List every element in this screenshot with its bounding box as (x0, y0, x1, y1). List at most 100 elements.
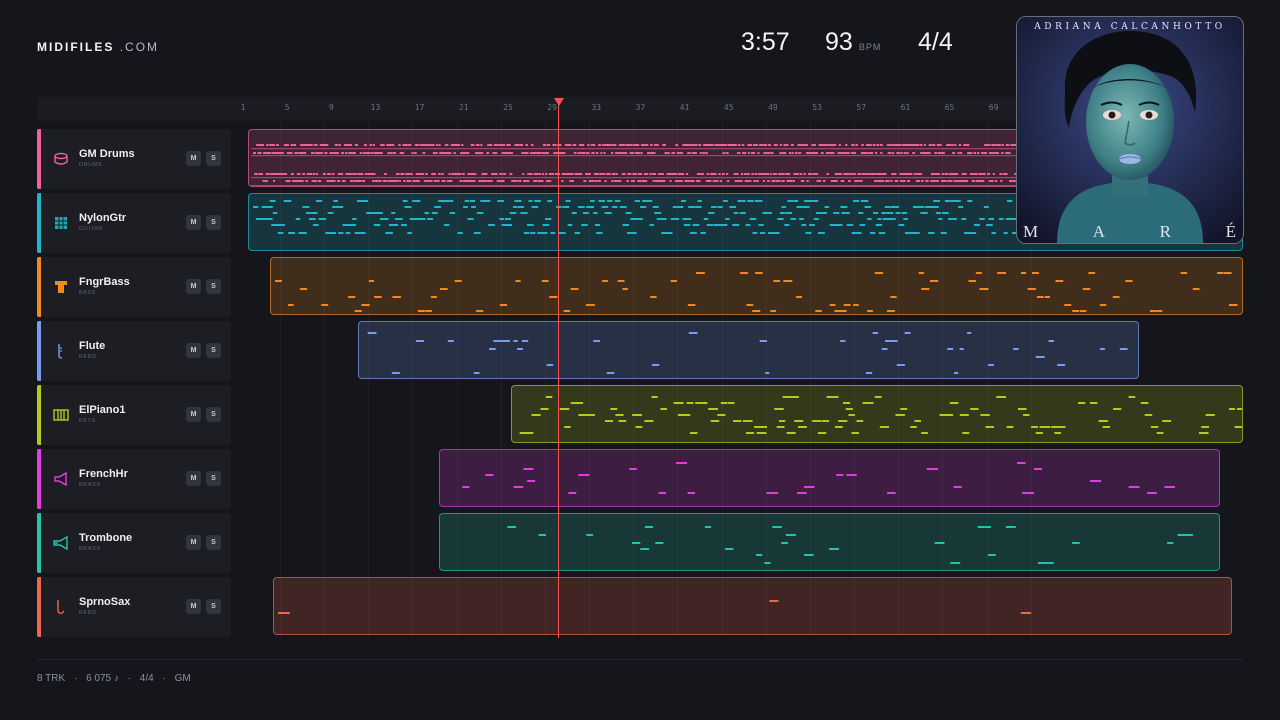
midi-note (933, 144, 936, 146)
midi-note (393, 152, 396, 154)
midi-note (494, 152, 498, 154)
midi-note (1064, 304, 1072, 306)
midi-note (305, 180, 309, 182)
track-header[interactable]: FngrBass BASS M S (37, 257, 231, 317)
midi-note (1147, 492, 1157, 494)
midi-note (655, 144, 659, 146)
midi-note (998, 144, 1001, 146)
solo-button[interactable]: S (206, 343, 221, 358)
midi-note (858, 212, 864, 214)
midi-note (786, 432, 796, 434)
midi-clip[interactable] (439, 513, 1220, 571)
midi-note (362, 180, 366, 182)
midi-note (279, 224, 285, 226)
midi-note (488, 180, 491, 182)
midi-note (415, 340, 425, 342)
midi-note (750, 144, 753, 146)
midi-note (767, 152, 771, 154)
midi-note (462, 486, 470, 488)
midi-note (268, 152, 272, 154)
midi-note (602, 173, 606, 175)
midi-note (602, 280, 609, 282)
midi-note (258, 173, 261, 175)
midi-note (877, 218, 882, 220)
track-header[interactable]: FrenchHr BRASS M S (37, 449, 231, 509)
solo-button[interactable]: S (206, 151, 221, 166)
midi-note (904, 332, 911, 334)
mute-button[interactable]: M (186, 535, 201, 550)
midi-note (755, 144, 758, 146)
midi-note (775, 144, 778, 146)
solo-button[interactable]: S (206, 599, 221, 614)
tempo-display: 93 BPM (825, 28, 881, 57)
midi-note (746, 173, 750, 175)
track-header[interactable]: GM Drums DRUMS M S (37, 129, 231, 189)
midi-note (732, 224, 740, 226)
mute-button[interactable]: M (186, 279, 201, 294)
midi-note (342, 180, 346, 182)
midi-note (453, 173, 456, 175)
mute-button[interactable]: M (186, 599, 201, 614)
midi-note (471, 144, 475, 146)
midi-note (277, 232, 284, 234)
track-header[interactable]: SprnoSax REED M S (37, 577, 231, 637)
midi-note (275, 280, 282, 282)
midi-clip[interactable] (270, 257, 1243, 315)
midi-note (973, 152, 976, 154)
midi-note (586, 534, 593, 536)
solo-button[interactable]: S (206, 535, 221, 550)
midi-note (764, 562, 771, 564)
track-header[interactable]: Flute REED M S (37, 321, 231, 381)
mute-button[interactable]: M (186, 215, 201, 230)
midi-note (962, 432, 970, 434)
midi-note (1229, 408, 1236, 410)
playhead[interactable] (558, 100, 559, 638)
solo-button[interactable]: S (206, 407, 221, 422)
midi-clip[interactable] (439, 449, 1220, 507)
solo-button[interactable]: S (206, 215, 221, 230)
track-header[interactable]: NylonGtr GUITAR M S (37, 193, 231, 253)
track-header[interactable]: Trombone BRASS M S (37, 513, 231, 573)
midi-note (904, 144, 908, 146)
midi-note (777, 218, 784, 220)
midi-note (315, 200, 323, 202)
midi-clip[interactable] (511, 385, 1243, 443)
midi-note (1022, 492, 1035, 494)
midi-clip[interactable] (273, 577, 1232, 635)
midi-note (453, 152, 456, 154)
midi-note (766, 173, 769, 175)
midi-note (546, 364, 554, 366)
midi-note (359, 232, 366, 234)
midi-clip[interactable] (358, 321, 1139, 379)
midi-note (364, 144, 367, 146)
track-header[interactable]: ElPiano1 KEYS M S (37, 385, 231, 445)
midi-note (348, 296, 356, 298)
mute-button[interactable]: M (186, 343, 201, 358)
midi-note (756, 180, 759, 182)
midi-note (721, 224, 728, 226)
midi-note (830, 180, 834, 182)
midi-note (303, 173, 306, 175)
midi-note (921, 180, 924, 182)
mute-button[interactable]: M (186, 471, 201, 486)
midi-note (845, 144, 848, 146)
midi-note (880, 152, 883, 154)
midi-note (781, 542, 788, 544)
midi-note (612, 206, 618, 208)
midi-note (1099, 304, 1107, 306)
solo-button[interactable]: S (206, 279, 221, 294)
solo-button[interactable]: S (206, 471, 221, 486)
mute-button[interactable]: M (186, 151, 201, 166)
playhead-marker-icon[interactable] (554, 98, 564, 106)
midi-note (829, 396, 839, 398)
midi-note (321, 152, 324, 154)
midi-note (390, 152, 393, 154)
midi-note (485, 474, 494, 476)
track-name: FngrBass (79, 276, 130, 288)
track-color-stripe (37, 129, 41, 189)
mute-button[interactable]: M (186, 407, 201, 422)
midi-note (933, 180, 936, 182)
midi-note (587, 144, 590, 146)
midi-note (769, 173, 772, 175)
midi-note (278, 173, 282, 175)
